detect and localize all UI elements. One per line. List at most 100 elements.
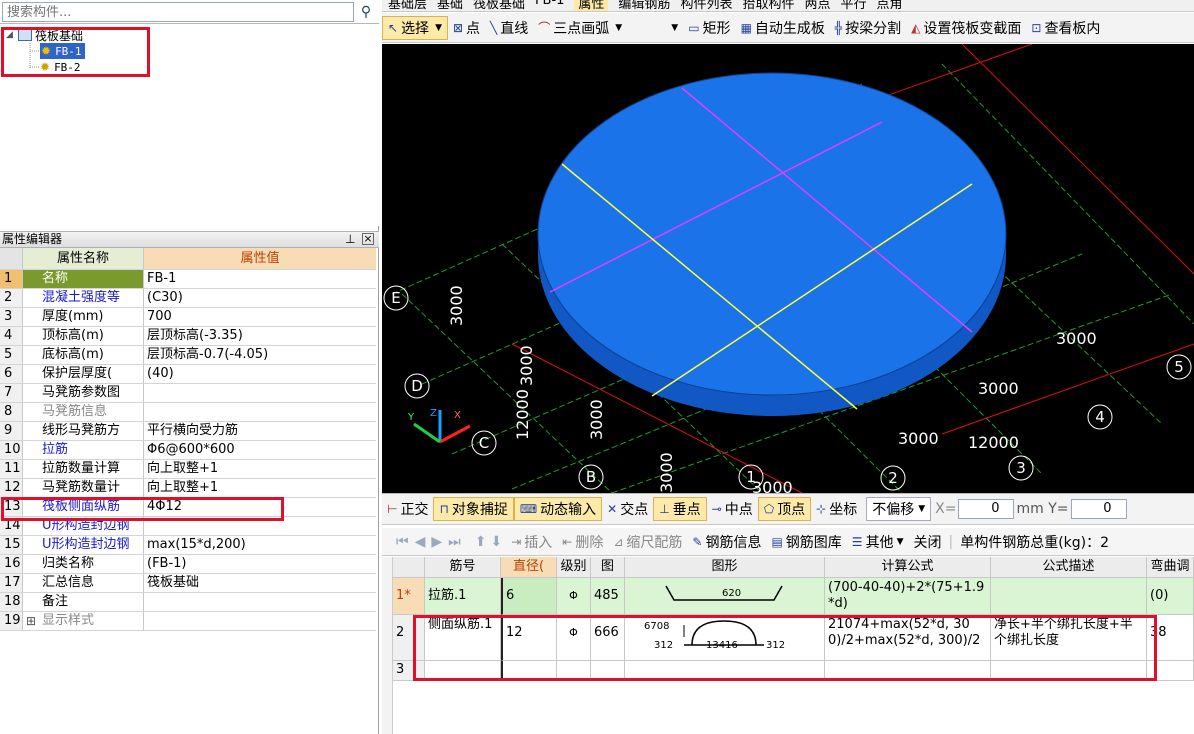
diameter-cell[interactable] bbox=[501, 661, 557, 681]
property-value[interactable]: Φ6@600*600 bbox=[144, 441, 376, 459]
move-arrows[interactable]: ⬆⬇ bbox=[475, 534, 506, 550]
property-value[interactable]: 向上取整+1 bbox=[144, 479, 376, 497]
auto-slab-button[interactable]: ▦ 自动生成板 bbox=[736, 16, 830, 40]
formula-cell[interactable]: (700-40-40)+2*(75+1.9*d) bbox=[825, 578, 991, 615]
close-icon[interactable]: × bbox=[362, 233, 374, 245]
toolbar-category[interactable]: 基础 bbox=[437, 0, 463, 11]
property-row[interactable]: 5 底标高(m) 层顶标高-0.7(-4.05) bbox=[0, 346, 376, 365]
toolbar-edit-rebar[interactable]: 编辑钢筋 bbox=[618, 0, 670, 11]
property-value[interactable]: 4Φ12 bbox=[144, 498, 376, 516]
variable-section-button[interactable]: ◭ 设置筏板变截面 bbox=[906, 16, 1026, 40]
property-value[interactable]: (FB-1) bbox=[144, 555, 376, 573]
property-row[interactable]: 18 备注 bbox=[0, 593, 376, 612]
view-slab-button[interactable]: ⊡ 查看板内 bbox=[1026, 16, 1105, 40]
slab-top[interactable] bbox=[537, 72, 1007, 396]
formula-header[interactable]: 计算公式 bbox=[825, 557, 991, 578]
rebar-name[interactable]: 拉筋.1 bbox=[425, 578, 501, 615]
toolbar-component-list[interactable]: 构件列表 bbox=[680, 0, 732, 11]
toolbar-pick[interactable]: 拾取构件 bbox=[742, 0, 794, 11]
property-value[interactable]: 平行横向受力筋 bbox=[144, 422, 376, 440]
object-snap-button[interactable]: ⊓ 对象捕捉 bbox=[433, 497, 514, 521]
3d-viewport[interactable]: E D C B 1 2 3 4 5 3000 3000 12000 3000 3… bbox=[382, 44, 1194, 493]
property-value[interactable] bbox=[144, 612, 376, 630]
vertex-button[interactable]: ⬠ 顶点 bbox=[757, 497, 812, 521]
property-value[interactable]: (C30) bbox=[144, 289, 376, 307]
rebar-name[interactable]: 侧面纵筋.1 bbox=[425, 615, 501, 661]
x-input[interactable]: 0 bbox=[958, 499, 1015, 519]
select-button[interactable]: ↖ 选择 ▼ bbox=[382, 15, 448, 40]
property-row[interactable]: 12 马凳筋数量计 向上取整+1 bbox=[0, 479, 376, 498]
search-icon[interactable]: ⚲ bbox=[356, 3, 376, 21]
property-value[interactable] bbox=[144, 517, 376, 535]
midpoint-button[interactable]: ⊸ 中点 bbox=[707, 497, 758, 521]
diameter-cell[interactable]: 6 bbox=[501, 578, 557, 615]
nav-arrows[interactable]: ⏮◀▶⏭ bbox=[396, 534, 467, 550]
diameter-header[interactable]: 直径( bbox=[501, 557, 557, 578]
property-row[interactable]: 11 拉筋数量计算 向上取整+1 bbox=[0, 460, 376, 479]
split-by-beam-button[interactable]: ╬ 按梁分割 bbox=[830, 16, 906, 40]
property-row[interactable]: 7 马凳筋参数图 bbox=[0, 384, 376, 403]
toolbar-property[interactable]: 属性 bbox=[574, 0, 609, 11]
property-row[interactable]: 6 保护层厚度((40) bbox=[0, 365, 376, 384]
property-row[interactable]: 1 名称 FB-1 bbox=[0, 270, 376, 289]
rebar-library-button[interactable]: ▤ 钢筋图库 bbox=[766, 530, 846, 554]
property-row[interactable]: 10 拉筋 Φ6@600*600 bbox=[0, 441, 376, 460]
offset-select[interactable]: 不偏移 ▼ bbox=[866, 497, 932, 521]
property-row[interactable]: 15 U形构造封边钢 max(15*d,200) bbox=[0, 536, 376, 555]
property-row[interactable]: 14 U形构造封边钢 bbox=[0, 517, 376, 536]
bend-cell[interactable]: 38 bbox=[1147, 615, 1194, 661]
property-value[interactable] bbox=[144, 384, 376, 402]
property-value[interactable]: 700 bbox=[144, 308, 376, 326]
description-header[interactable]: 公式描述 bbox=[991, 557, 1147, 578]
pin-icon[interactable]: ⊥ bbox=[345, 232, 355, 247]
diameter-cell[interactable]: 12 bbox=[501, 615, 557, 661]
arc-dropdown[interactable]: ▼ bbox=[627, 16, 683, 40]
rebar-info-button[interactable]: ✎ 钢筋信息 bbox=[687, 530, 766, 554]
expand-icon[interactable]: ⊞ bbox=[26, 612, 36, 630]
property-value[interactable]: FB-1 bbox=[144, 270, 376, 288]
close-button[interactable]: 关闭 bbox=[908, 530, 946, 554]
property-value[interactable]: 层顶标高-0.7(-4.05) bbox=[144, 346, 376, 364]
description-cell[interactable]: 净长+半个绑扎长度+半个绑扎长度 bbox=[991, 615, 1147, 661]
property-row[interactable]: 13 筏板侧面纵筋 4Φ12 bbox=[0, 498, 376, 517]
scale-rebar-button[interactable]: ⊿ 缩尺配筋 bbox=[608, 530, 687, 554]
property-row[interactable]: 17 汇总信息 筏板基础 bbox=[0, 574, 376, 593]
delete-button[interactable]: ⇤ 删除 bbox=[557, 530, 608, 554]
rebar-name[interactable] bbox=[425, 661, 501, 681]
toolbar-parallel[interactable]: 平行 bbox=[840, 0, 866, 11]
coordinate-button[interactable]: ⊹ 坐标 bbox=[811, 497, 862, 521]
shape-header[interactable]: 图形 bbox=[625, 557, 825, 578]
rect-button[interactable]: ▭ 矩形 bbox=[683, 16, 735, 40]
property-value[interactable] bbox=[144, 403, 376, 421]
toolbar-floor[interactable]: 基础层 bbox=[388, 0, 427, 11]
figure-header[interactable]: 图 bbox=[591, 557, 625, 578]
property-row[interactable]: 8 马凳筋信息 bbox=[0, 403, 376, 422]
property-row[interactable]: 3 厚度(mm) 700 bbox=[0, 308, 376, 327]
rebar-name-header[interactable]: 筋号 bbox=[425, 557, 501, 578]
property-value[interactable]: 向上取整+1 bbox=[144, 460, 376, 478]
property-row[interactable]: 2 混凝土强度等 (C30) bbox=[0, 289, 376, 308]
point-button[interactable]: ⊠ 点 bbox=[448, 16, 485, 40]
bend-cell[interactable] bbox=[1147, 661, 1194, 681]
toolbar-point-angle[interactable]: 点角 bbox=[877, 0, 903, 11]
property-row[interactable]: 9 线形马凳筋方 平行横向受力筋 bbox=[0, 422, 376, 441]
description-cell[interactable] bbox=[991, 578, 1147, 615]
intersection-button[interactable]: ✕ 交点 bbox=[602, 497, 653, 521]
property-row[interactable]: 16 归类名称 (FB-1) bbox=[0, 555, 376, 574]
formula-cell[interactable]: 21074+max(52*d, 300)/2+max(52*d, 300)/2 bbox=[825, 615, 991, 661]
property-value[interactable]: 层顶标高(-3.35) bbox=[144, 327, 376, 345]
y-input[interactable]: 0 bbox=[1070, 499, 1127, 519]
search-input[interactable] bbox=[2, 2, 354, 22]
property-value[interactable]: 筏板基础 bbox=[144, 574, 376, 592]
toolbar-two-point[interactable]: 两点 bbox=[804, 0, 830, 11]
property-value[interactable]: max(15*d,200) bbox=[144, 536, 376, 554]
viewport-canvas[interactable]: E D C B 1 2 3 4 5 3000 3000 12000 3000 3… bbox=[382, 44, 1194, 493]
arc-button[interactable]: ⌒ 三点画弧 ▼ bbox=[533, 16, 627, 40]
property-value[interactable]: (40) bbox=[144, 365, 376, 383]
property-row[interactable]: 4 顶标高(m) 层顶标高(-3.35) bbox=[0, 327, 376, 346]
line-button[interactable]: ╲ 直线 bbox=[485, 16, 533, 40]
insert-button[interactable]: ⇥ 插入 bbox=[506, 530, 557, 554]
property-row[interactable]: 19 ⊞ 显示样式 bbox=[0, 612, 376, 631]
toolbar-type[interactable]: 筏板基础 bbox=[473, 0, 525, 11]
dynamic-input-button[interactable]: ⌨ 动态输入 bbox=[513, 497, 603, 521]
